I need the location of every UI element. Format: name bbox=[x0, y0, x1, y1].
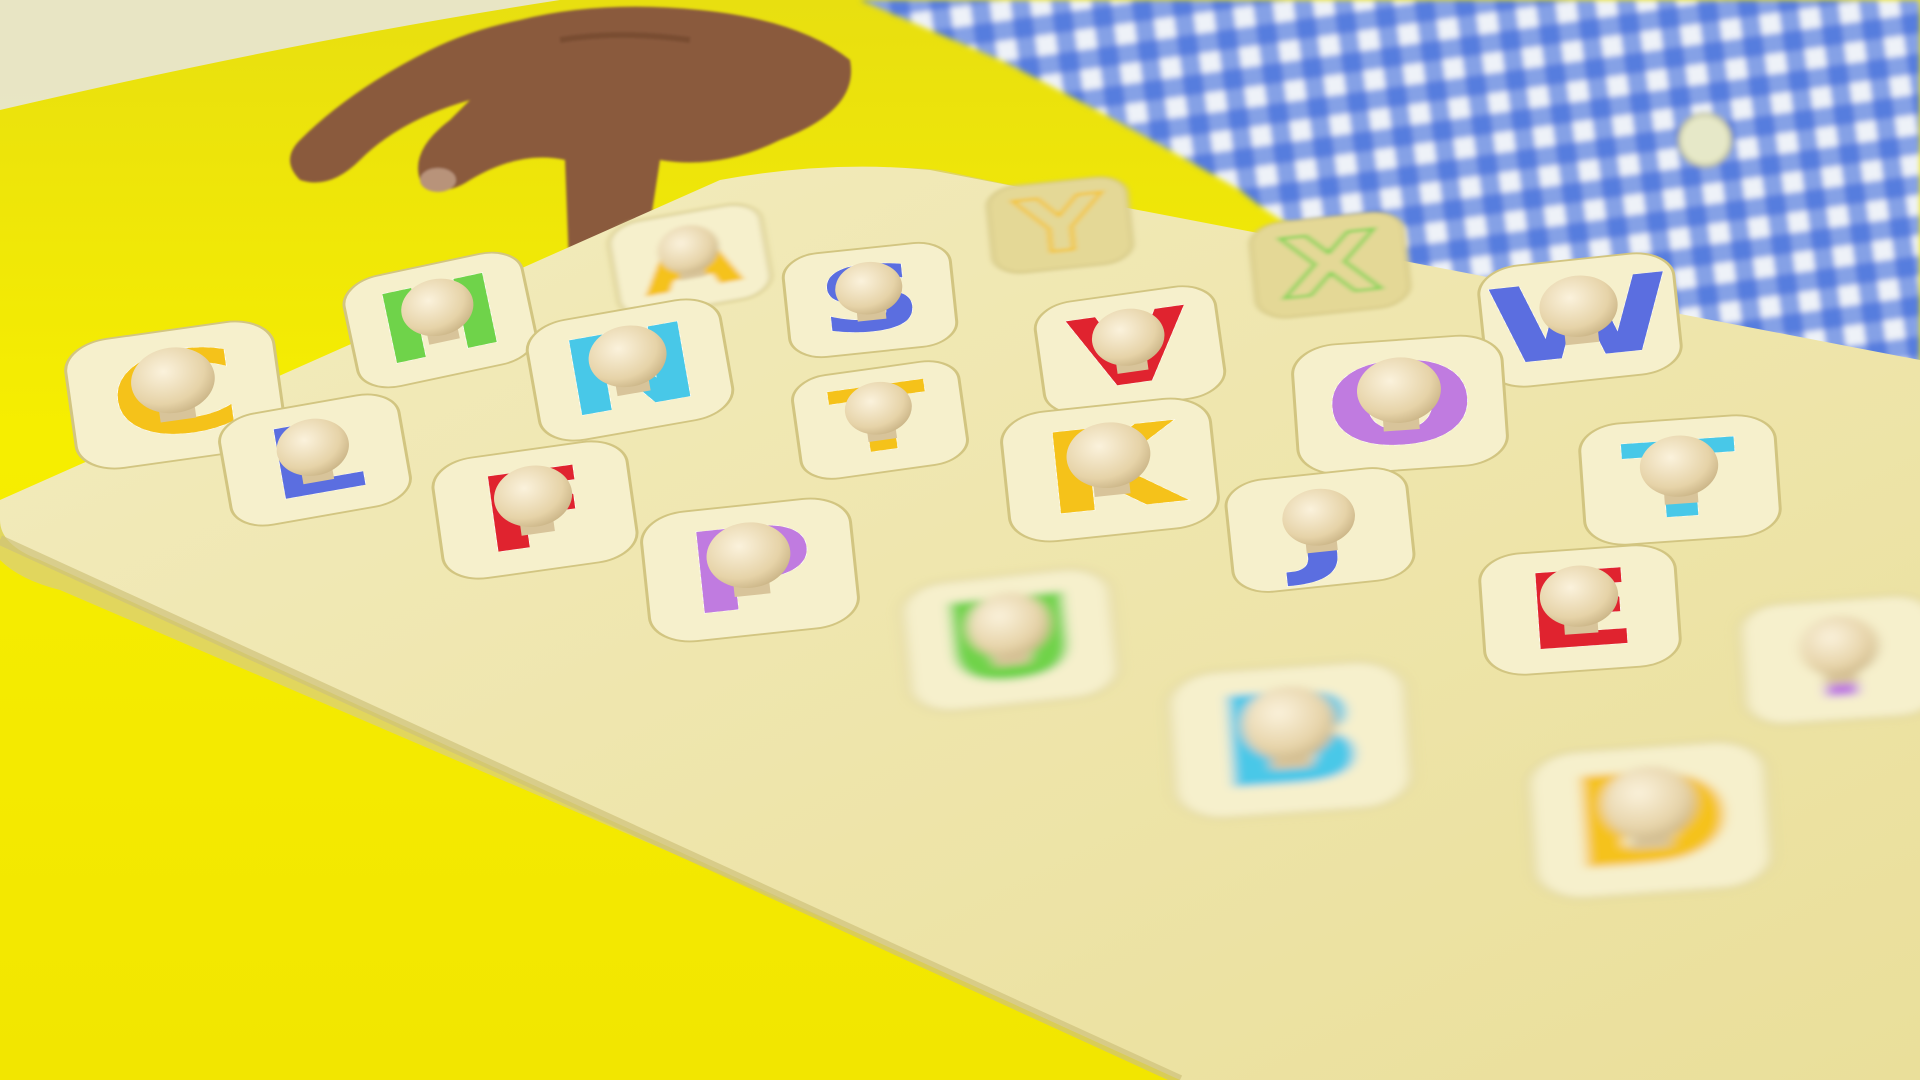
letter-piece-o[interactable]: O bbox=[1291, 333, 1510, 478]
photo-scene: CHASVXWYNTOLFKJPUTEBDI bbox=[0, 0, 1920, 1080]
letter-piece-j[interactable]: J bbox=[1224, 464, 1417, 595]
letter-piece-d[interactable]: D bbox=[1526, 738, 1774, 902]
letter-char: X bbox=[1274, 212, 1385, 318]
letter-piece-i[interactable]: I bbox=[1738, 593, 1920, 728]
shirt-button bbox=[1677, 112, 1733, 168]
letter-piece-b[interactable]: B bbox=[1166, 658, 1414, 822]
letter-piece-k[interactable]: K bbox=[999, 394, 1221, 545]
letter-piece-s[interactable]: S bbox=[781, 239, 959, 360]
letter-piece-t[interactable]: T bbox=[1578, 413, 1782, 548]
letter-piece-w[interactable]: W bbox=[1476, 249, 1684, 391]
letter-piece-x: X bbox=[1249, 211, 1411, 319]
letter-char: Y bbox=[1011, 177, 1110, 273]
letter-piece-y: Y bbox=[986, 175, 1134, 275]
letter-piece-u[interactable]: U bbox=[899, 564, 1121, 715]
letter-piece-e[interactable]: E bbox=[1478, 543, 1682, 678]
letter-piece-p[interactable]: P bbox=[639, 494, 861, 645]
